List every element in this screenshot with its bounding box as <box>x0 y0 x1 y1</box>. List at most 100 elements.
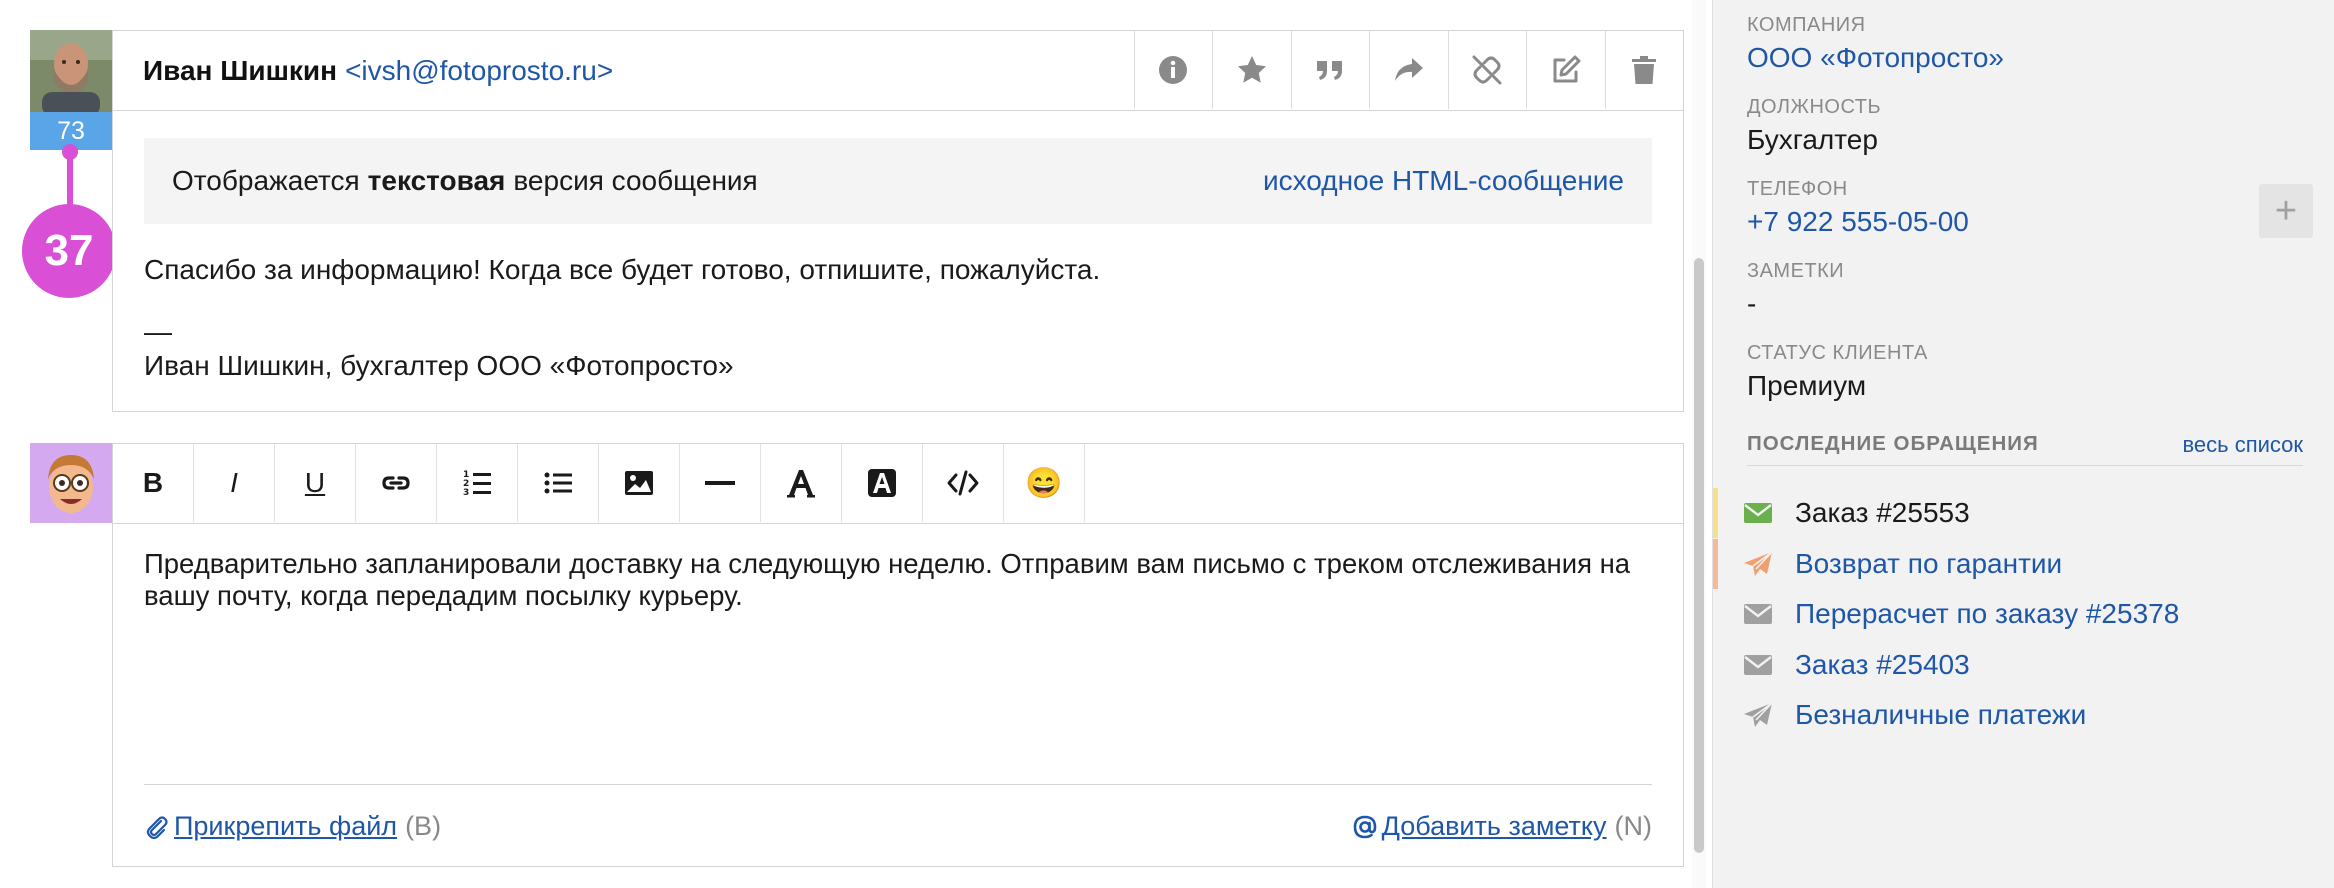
add-note: Добавить заметку (N) <box>1352 811 1652 842</box>
delete-button[interactable] <box>1604 31 1683 109</box>
code-button[interactable] <box>923 444 1004 522</box>
image-icon <box>625 471 653 495</box>
sender-avatar[interactable] <box>30 30 112 112</box>
unlink-icon <box>1472 55 1502 85</box>
company-label: КОМПАНИЯ <box>1747 14 1866 36</box>
highlight-icon <box>868 469 896 497</box>
position-label: ДОЛЖНОСТЬ <box>1747 96 1882 118</box>
horizontal-rule-button[interactable] <box>680 444 761 522</box>
attach-file-hint: (B) <box>405 811 442 841</box>
recent-request-title: Безналичные платежи <box>1795 699 2087 730</box>
notes-label: ЗАМЕТКИ <box>1747 260 1845 282</box>
editor-footer: Прикрепить файл (B) Добавить заметку (N) <box>144 784 1652 868</box>
forward-icon <box>1394 58 1423 81</box>
add-note-link[interactable]: Добавить заметку <box>1382 811 1607 842</box>
envelope-icon <box>1743 652 1773 678</box>
underline-label: U <box>304 467 326 498</box>
recent-request-item[interactable]: Перерасчет по заказу #25378 <box>1713 589 2333 639</box>
recent-request-marker <box>1713 538 1718 589</box>
signature-dash: — <box>144 316 172 347</box>
info-icon <box>1159 56 1188 84</box>
bullet-list-button[interactable] <box>518 444 599 522</box>
reply-textarea[interactable]: Предварительно запланировали доставку на… <box>144 548 1654 612</box>
banner-prefix: Отображается <box>172 165 360 196</box>
svg-text:3: 3 <box>463 488 469 498</box>
horizontal-rule-icon <box>705 481 735 485</box>
recent-request-title: Заказ #25553 <box>1795 497 1970 528</box>
unlink-button[interactable] <box>1447 31 1526 109</box>
text-version-banner: Отображается текстовая версия сообщения … <box>144 138 1652 224</box>
envelope-icon <box>1743 601 1773 627</box>
message-toolbar <box>1133 31 1683 109</box>
star-button[interactable] <box>1212 31 1291 109</box>
body-line: Спасибо за информацию! Когда все будет г… <box>144 254 1101 285</box>
message-body: Спасибо за информацию! Когда все будет г… <box>144 253 1100 383</box>
at-sign-icon <box>1353 815 1376 838</box>
paperclip-icon <box>146 815 168 839</box>
notes-value: - <box>1747 288 1757 319</box>
position-value: Бухгалтер <box>1747 124 1878 155</box>
bold-label: B <box>142 467 164 498</box>
recent-request-title: Перерасчет по заказу #25378 <box>1795 598 2180 629</box>
paper-plane-icon <box>1743 702 1773 728</box>
recent-requests-header: ПОСЛЕДНИЕ ОБРАЩЕНИЯ весь список <box>1747 432 2303 466</box>
ordered-list-icon: 123 <box>463 470 491 498</box>
quote-button[interactable] <box>1290 31 1369 109</box>
attach-file-link[interactable]: Прикрепить файл <box>174 811 397 842</box>
underline-button[interactable]: U <box>275 444 356 522</box>
emoji-icon: 😄 <box>1025 466 1063 500</box>
bold-button[interactable]: B <box>113 444 194 522</box>
link-button[interactable] <box>356 444 437 522</box>
recent-request-item[interactable]: Возврат по гарантии <box>1713 538 2333 589</box>
recent-requests-all-link[interactable]: весь список <box>2182 432 2303 465</box>
forward-button[interactable] <box>1369 31 1448 109</box>
quote-icon <box>1317 61 1343 80</box>
star-icon <box>1237 56 1266 83</box>
recent-requests-title: ПОСЛЕДНИЕ ОБРАЩЕНИЯ <box>1747 432 2039 455</box>
add-field-button[interactable]: + <box>2259 184 2313 238</box>
sender-name: Иван Шишкин <box>143 55 338 86</box>
signature: Иван Шишкин, бухгалтер ООО «Фотопросто» <box>144 350 734 381</box>
envelope-icon <box>1743 500 1773 526</box>
connector-dot <box>62 144 78 160</box>
reply-editor: B I U 123 😄 Предварительно запланировали… <box>112 443 1684 867</box>
emoji-button[interactable]: 😄 <box>1004 444 1085 522</box>
phone-label: ТЕЛЕФОН <box>1747 178 1848 200</box>
count-bubble[interactable]: 37 <box>22 204 116 298</box>
company-value[interactable]: ООО «Фотопросто» <box>1747 42 2004 74</box>
text-color-icon <box>787 470 815 498</box>
message-card: Иван Шишкин <ivsh@fotoprosto.ru> Отображ… <box>112 30 1684 412</box>
scrollbar-thumb[interactable] <box>1694 258 1704 853</box>
highlight-button[interactable] <box>842 444 923 522</box>
link-icon <box>382 476 410 490</box>
attach-file: Прикрепить файл (B) <box>144 811 441 842</box>
recent-request-item[interactable]: Заказ #25403 <box>1713 640 2333 690</box>
agent-avatar[interactable] <box>30 443 112 523</box>
message-header: Иван Шишкин <ivsh@fotoprosto.ru> <box>113 31 1683 111</box>
customer-sidebar: КОМПАНИЯ ООО «Фотопросто» ДОЛЖНОСТЬ Бухг… <box>1712 0 2334 888</box>
sender: Иван Шишкин <ivsh@fotoprosto.ru> <box>143 31 613 111</box>
text-color-button[interactable] <box>761 444 842 522</box>
edit-button[interactable] <box>1526 31 1605 109</box>
recent-request-title: Заказ #25403 <box>1795 648 1970 680</box>
code-icon <box>947 470 979 496</box>
image-button[interactable] <box>599 444 680 522</box>
recent-request-item[interactable]: Заказ #25553 <box>1713 488 2333 538</box>
edit-icon <box>1553 55 1581 83</box>
add-note-hint: (N) <box>1614 811 1652 841</box>
status-value: Премиум <box>1747 370 1867 401</box>
html-message-link[interactable]: исходное HTML-сообщение <box>1263 138 1624 224</box>
ordered-list-button[interactable]: 123 <box>437 444 518 522</box>
info-button[interactable] <box>1133 31 1212 109</box>
paper-plane-icon <box>1743 550 1773 577</box>
banner-bold: текстовая <box>367 165 506 196</box>
recent-request-item[interactable]: Безналичные платежи <box>1713 690 2333 740</box>
recent-request-marker <box>1713 488 1718 538</box>
phone-value[interactable]: +7 922 555-05-00 <box>1747 206 1969 238</box>
banner-text: Отображается текстовая версия сообщения <box>172 138 758 224</box>
italic-button[interactable]: I <box>194 444 275 522</box>
trash-icon <box>1632 56 1657 84</box>
bullet-list-icon <box>544 472 572 494</box>
sender-email[interactable]: <ivsh@fotoprosto.ru> <box>345 55 613 87</box>
recent-request-title: Возврат по гарантии <box>1795 547 2063 579</box>
